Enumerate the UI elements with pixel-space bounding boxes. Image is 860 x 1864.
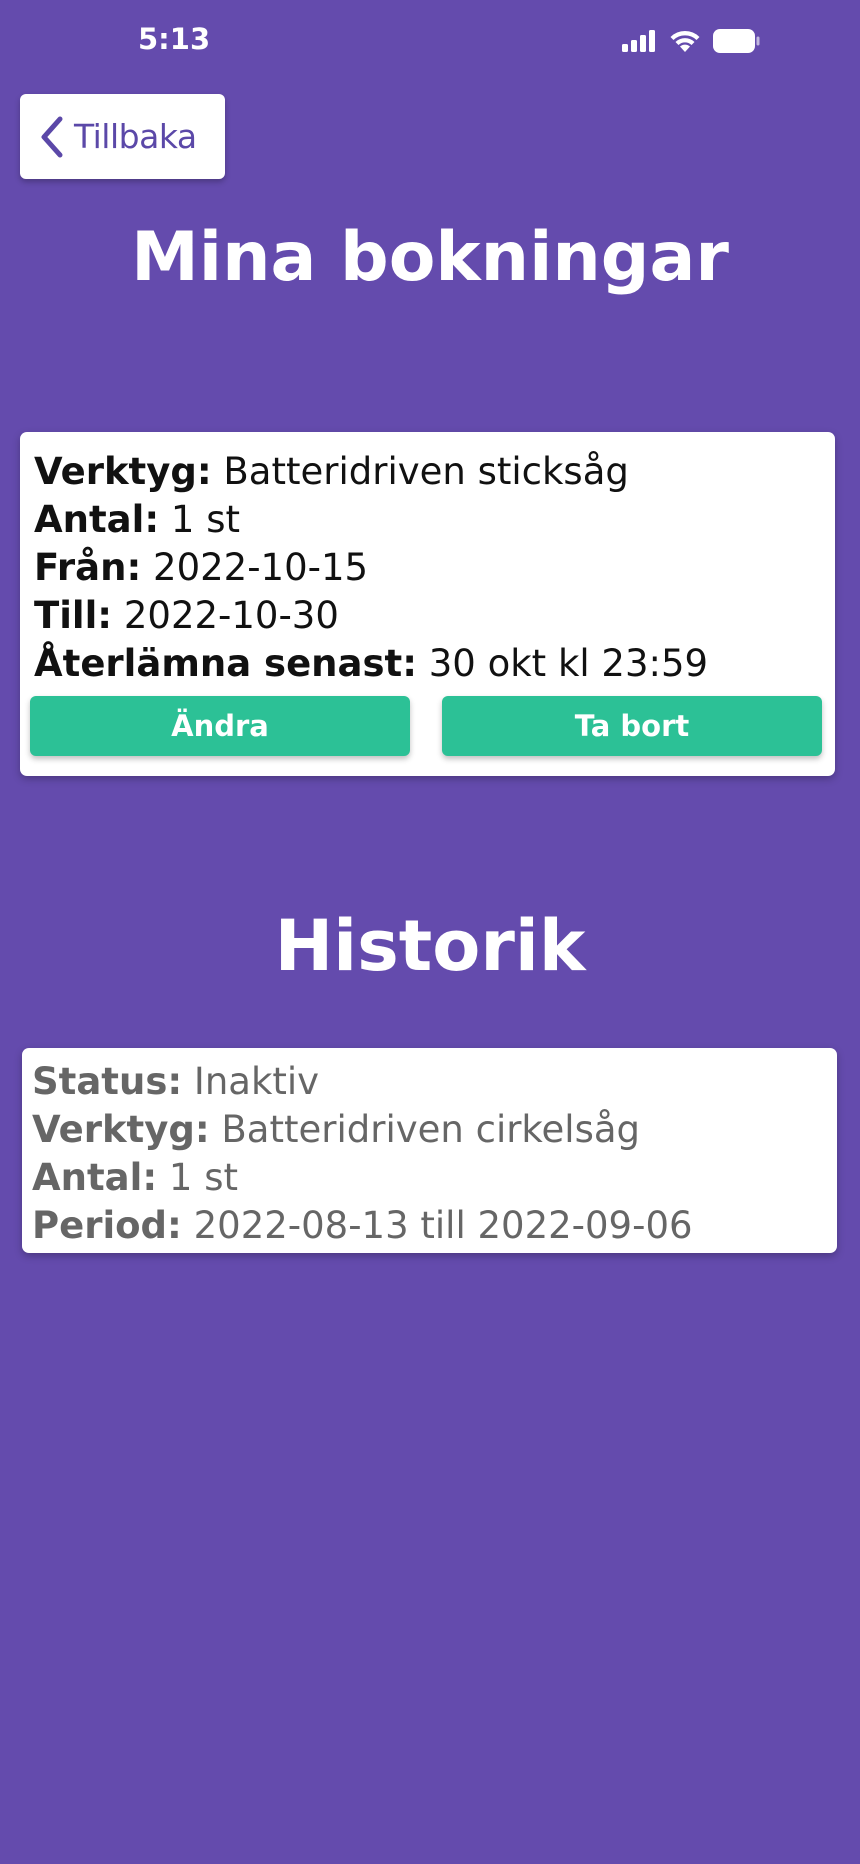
edit-button[interactable]: Ändra — [30, 696, 410, 756]
booking-from-label: Från: — [34, 546, 142, 589]
history-period-value: 2022-08-13 till 2022-09-06 — [193, 1204, 693, 1247]
history-quantity-row: Antal: 1 st — [32, 1154, 837, 1202]
history-tool-row: Verktyg: Batteridriven cirkelsåg — [32, 1106, 837, 1154]
booking-quantity-value: 1 st — [170, 498, 240, 541]
booking-return-label: Återlämna senast: — [34, 642, 417, 685]
signal-icon — [622, 29, 658, 53]
delete-button[interactable]: Ta bort — [442, 696, 822, 756]
booking-quantity-label: Antal: — [34, 498, 160, 541]
booking-card: Verktyg: Batteridriven sticksåg Antal: 1… — [20, 432, 835, 776]
status-bar: 5:13 — [0, 0, 860, 84]
booking-tool-row: Verktyg: Batteridriven sticksåg — [34, 448, 835, 496]
history-period-row: Period: 2022-08-13 till 2022-09-06 — [32, 1202, 837, 1250]
history-status-value: Inaktiv — [193, 1060, 320, 1103]
booking-from-value: 2022-10-15 — [153, 546, 369, 589]
history-tool-label: Verktyg: — [32, 1108, 210, 1151]
history-card: Status: Inaktiv Verktyg: Batteridriven c… — [22, 1048, 837, 1253]
booking-tool-label: Verktyg: — [34, 450, 212, 493]
booking-from-row: Från: 2022-10-15 — [34, 544, 835, 592]
booking-tool-value: Batteridriven sticksåg — [223, 450, 629, 493]
page-title: Mina bokningar — [131, 218, 729, 297]
history-title: Historik — [274, 905, 586, 987]
booking-to-value: 2022-10-30 — [123, 594, 339, 637]
back-button[interactable]: Tillbaka — [20, 94, 225, 179]
booking-to-row: Till: 2022-10-30 — [34, 592, 835, 640]
history-status-row: Status: Inaktiv — [32, 1058, 837, 1106]
battery-icon — [712, 28, 760, 54]
history-quantity-label: Antal: — [32, 1156, 158, 1199]
chevron-left-icon — [41, 116, 63, 157]
status-icons — [622, 28, 760, 54]
history-quantity-value: 1 st — [168, 1156, 238, 1199]
status-time: 5:13 — [138, 22, 211, 56]
back-button-label: Tillbaka — [74, 117, 197, 156]
booking-return-value: 30 okt kl 23:59 — [428, 642, 709, 685]
history-period-label: Period: — [32, 1204, 182, 1247]
history-status-label: Status: — [32, 1060, 183, 1103]
booking-actions: Ändra Ta bort — [30, 696, 822, 756]
booking-return-row: Återlämna senast: 30 okt kl 23:59 — [34, 640, 835, 688]
history-tool-value: Batteridriven cirkelsåg — [221, 1108, 641, 1151]
wifi-icon — [668, 28, 702, 54]
booking-quantity-row: Antal: 1 st — [34, 496, 835, 544]
booking-to-label: Till: — [34, 594, 113, 637]
